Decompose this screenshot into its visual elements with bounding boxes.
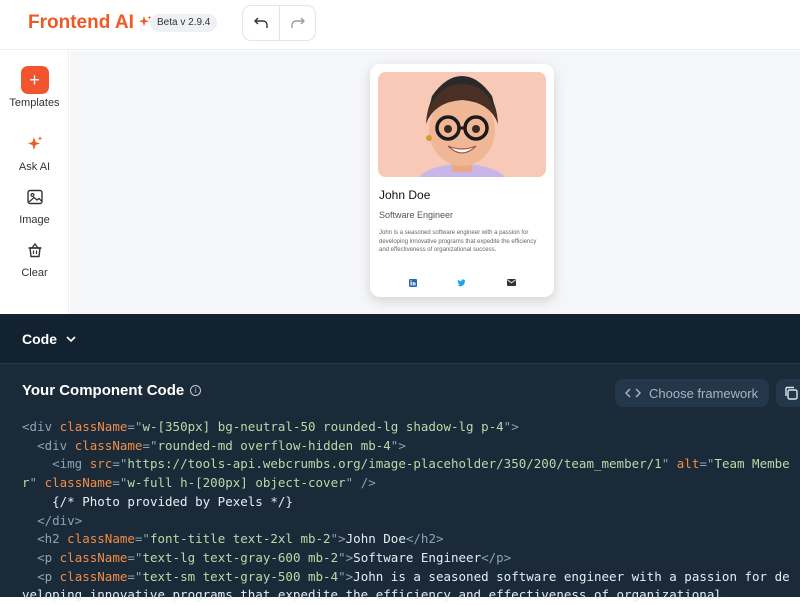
code-line: <div className="w-[350px] bg-neutral-50 … [22, 418, 792, 437]
sidebar-item-label: Templates [9, 97, 60, 109]
code-token: text-lg text-gray-600 mb-2 [142, 549, 339, 565]
code-token: =" [112, 475, 128, 491]
sidebar-item-ask-ai[interactable]: Ask AI [0, 130, 69, 173]
code-token: =" [699, 456, 715, 472]
code-token: https://tools-api.webcrumbs.org/image-pl… [127, 456, 662, 472]
code-token: <p [22, 568, 60, 584]
code-toggle-button[interactable]: Code [22, 331, 77, 347]
code-token: "> [503, 419, 519, 434]
info-icon[interactable]: i [190, 385, 202, 396]
email-icon[interactable] [506, 278, 516, 287]
version-badge: Beta v 2.9.4 [150, 14, 218, 32]
component-code-title: Your Component Code i [22, 382, 202, 399]
code-token: "> [338, 568, 354, 584]
code-line: <img src="https://tools-api.webcrumbs.or… [22, 455, 792, 492]
code-token: <img [22, 456, 90, 472]
choose-framework-label: Choose framework [649, 385, 759, 401]
code-token: </p> [481, 549, 512, 565]
choose-framework-button[interactable]: Choose framework [615, 379, 769, 407]
sidebar-item-image[interactable]: Image [0, 183, 69, 226]
profile-card[interactable]: John Doe Software Engineer John is a sea… [370, 64, 554, 297]
undo-button[interactable] [243, 6, 279, 40]
trash-icon [0, 236, 69, 264]
code-token: </div> [22, 512, 83, 528]
code-token: font-title text-2xl mb-2 [149, 531, 331, 547]
sidebar-item-label: Ask AI [18, 161, 51, 173]
code-token: rounded-md overflow-hidden mb-4 [157, 437, 391, 453]
component-code-title-text: Your Component Code [22, 382, 185, 399]
code-token: w-[350px] bg-neutral-50 rounded-lg shado… [142, 419, 504, 434]
social-links [370, 278, 554, 287]
code-token: " [29, 475, 45, 491]
code-toggle-label: Code [22, 331, 57, 347]
code-token: =" [142, 437, 158, 453]
code-line: <p className="text-lg text-gray-600 mb-2… [22, 549, 792, 568]
sidebar: + Templates Ask AI Image Clear [0, 51, 69, 314]
code-token: alt [676, 456, 700, 472]
code-token: =" [112, 456, 128, 472]
code-token: </h2> [405, 531, 444, 547]
code-token: =" [127, 419, 143, 434]
chevron-down-icon [66, 336, 76, 343]
copy-button[interactable] [776, 379, 800, 407]
code-icon [625, 388, 641, 398]
sidebar-item-clear[interactable]: Clear [0, 236, 69, 279]
code-token: className [59, 549, 128, 565]
card-name: John Doe [379, 188, 431, 202]
code-token: "> [330, 531, 346, 547]
code-token: "> [390, 437, 406, 453]
code-token: text-sm text-gray-500 mb-4 [142, 568, 339, 584]
sidebar-item-label: Clear [21, 267, 48, 279]
plus-icon: + [20, 66, 49, 94]
redo-button[interactable] [279, 6, 315, 40]
code-line: </div> [22, 512, 792, 531]
code-line: <div className="rounded-md overflow-hidd… [22, 437, 792, 456]
code-token: <h2 [22, 531, 68, 547]
code-token: "> [338, 549, 354, 565]
logo-text: Frontend AI [28, 12, 134, 33]
card-title: Software Engineer [379, 210, 454, 220]
code-token: John Doe [345, 531, 406, 547]
top-bar: Frontend AI Beta v 2.9.4 [0, 0, 800, 50]
code-token: Software Engineer [353, 549, 482, 565]
code-token: =" [134, 531, 150, 547]
code-line: <p className="text-sm text-gray-500 mb-4… [22, 568, 792, 605]
code-panel-header: Code [0, 314, 800, 364]
code-token: <div [22, 419, 60, 434]
app-logo[interactable]: Frontend AI [28, 12, 152, 34]
undo-icon [254, 17, 268, 28]
sidebar-item-label: Image [19, 214, 50, 226]
copy-icon [785, 386, 798, 400]
linkedin-icon[interactable] [408, 278, 417, 287]
code-token: className [44, 475, 113, 491]
image-icon [0, 183, 69, 211]
code-token: " /> [345, 475, 376, 491]
code-token: src [89, 456, 113, 472]
code-token: className [59, 419, 128, 434]
code-token: className [59, 568, 128, 584]
code-token: className [74, 437, 143, 453]
code-token: w-full h-[200px] object-cover [127, 475, 346, 491]
code-token: <p [22, 549, 60, 565]
history-controls [242, 5, 316, 41]
code-token: <div [22, 437, 75, 453]
code-token: " [661, 456, 677, 472]
profile-photo [378, 72, 546, 177]
sparkle-icon [0, 130, 69, 158]
code-token: {/* Photo provided by Pexels */} [22, 493, 293, 509]
sidebar-item-templates[interactable]: + Templates [0, 66, 69, 109]
code-line: {/* Photo provided by Pexels */} [22, 493, 792, 512]
code-line: <h2 className="font-title text-2xl mb-2"… [22, 530, 792, 549]
code-token: =" [127, 549, 143, 565]
code-panel: Code Your Component Code i Choose framew… [0, 314, 800, 602]
code-token: =" [127, 568, 143, 584]
preview-canvas: John Doe Software Engineer John is a sea… [70, 51, 800, 314]
redo-icon [290, 17, 305, 28]
twitter-icon[interactable] [457, 278, 466, 287]
card-bio: John is a seasoned software engineer wit… [379, 230, 537, 253]
code-block[interactable]: <div className="w-[350px] bg-neutral-50 … [22, 418, 792, 605]
code-token: className [67, 531, 135, 547]
